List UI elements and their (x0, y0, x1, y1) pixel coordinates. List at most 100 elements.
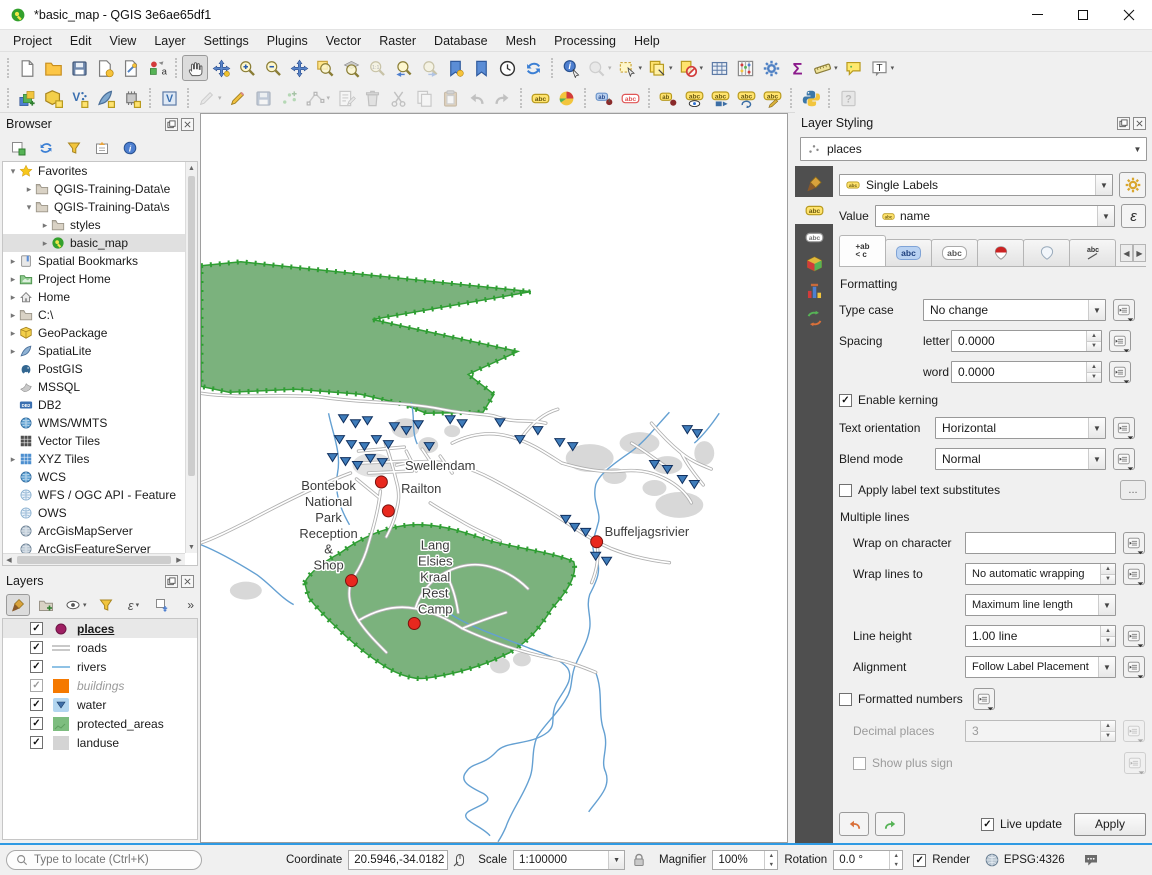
open-project-button[interactable] (40, 55, 66, 81)
pan-map-button[interactable] (182, 55, 208, 81)
show-spatial-bookmarks-button[interactable] (468, 55, 494, 81)
add-group-button[interactable] (34, 594, 58, 616)
layer-checkbox[interactable] (30, 717, 43, 730)
zoom-in-button[interactable] (234, 55, 260, 81)
tab-callouts[interactable] (1069, 239, 1116, 266)
new-spatial-bookmark-button[interactable] (442, 55, 468, 81)
menu-mesh[interactable]: Mesh (497, 32, 546, 50)
browser-item-postgis[interactable]: PostGIS (3, 360, 197, 378)
render-checkbox[interactable] (913, 854, 926, 867)
filter-browser-button[interactable] (62, 137, 86, 159)
layer-checkbox[interactable] (30, 641, 43, 654)
map-canvas[interactable]: Swellendam Railton Bontebok National Par… (200, 113, 788, 843)
statistical-summary-button[interactable] (784, 55, 810, 81)
expander-icon[interactable]: ▾ (23, 202, 35, 213)
layer-checkbox[interactable] (30, 622, 43, 635)
menu-raster[interactable]: Raster (370, 32, 425, 50)
browser-item-c-drive[interactable]: ▸C:\ (3, 306, 197, 324)
new-shapefile-layer-button[interactable] (66, 85, 92, 111)
locator-box[interactable] (6, 850, 202, 870)
pin-labels-button[interactable] (591, 85, 617, 111)
magnifier-spinner[interactable]: 100%▲▼ (712, 850, 778, 870)
style-manager-button[interactable] (144, 55, 170, 81)
browser-item-basic-map[interactable]: ▸basic_map (3, 234, 197, 252)
browser-item-training-data-s[interactable]: ▾QGIS-Training-Data\s (3, 198, 197, 216)
toolbar-handle[interactable] (790, 88, 792, 108)
browser-item-wcs[interactable]: WCS (3, 468, 197, 486)
scale-combo[interactable]: 1:100000▼ (513, 850, 625, 870)
highlight-pinned-labels-button[interactable] (617, 85, 643, 111)
tab-history[interactable] (795, 305, 833, 332)
browser-item-spatial-bookmarks[interactable]: ▸Spatial Bookmarks (3, 252, 197, 270)
layer-labeling-options-button[interactable] (527, 85, 553, 111)
map-tips-button[interactable] (841, 55, 867, 81)
new-print-layout-button[interactable] (92, 55, 118, 81)
new-spatialite-layer-button[interactable] (92, 85, 118, 111)
styling-close-button[interactable] (1133, 117, 1146, 130)
toggle-editing-button[interactable] (225, 85, 251, 111)
measure-button[interactable] (810, 55, 841, 81)
expander-icon[interactable]: ▸ (39, 220, 51, 231)
tab-masks[interactable] (795, 224, 833, 251)
styling-layer-selector[interactable]: places ▼ (800, 137, 1147, 161)
pan-to-selection-button[interactable] (208, 55, 234, 81)
expander-icon[interactable]: ▸ (7, 328, 19, 339)
layer-row-water[interactable]: water (3, 695, 197, 714)
expander-icon[interactable]: ▸ (7, 346, 19, 357)
browser-item-spatialite[interactable]: ▸SpatiaLite (3, 342, 197, 360)
live-update-checkbox[interactable] (981, 818, 994, 831)
wrap-character-input[interactable] (965, 532, 1116, 554)
scroll-right-arrow[interactable]: ▶ (173, 556, 185, 564)
menu-layer[interactable]: Layer (145, 32, 194, 50)
expander-icon[interactable]: ▸ (7, 274, 19, 285)
coordinate-box[interactable]: 20.5946,-34.0182 (348, 850, 448, 870)
layer-checkbox[interactable] (30, 660, 43, 673)
messages-icon[interactable] (1083, 852, 1099, 868)
save-project-button[interactable] (66, 55, 92, 81)
layer-row-rivers[interactable]: rivers (3, 657, 197, 676)
rotation-spinner[interactable]: 0.0 °▲▼ (833, 850, 903, 870)
rotate-label-button[interactable] (733, 85, 759, 111)
field-calculator-button[interactable] (732, 55, 758, 81)
enable-kerning-checkbox[interactable] (839, 394, 852, 407)
toolbar-handle[interactable] (149, 88, 151, 108)
refresh-map-button[interactable] (520, 55, 546, 81)
layers-close-button[interactable] (181, 575, 194, 588)
styling-float-button[interactable] (1117, 117, 1130, 130)
add-selected-layers-button[interactable] (6, 137, 30, 159)
browser-item-xyz-tiles[interactable]: ▸XYZ Tiles (3, 450, 197, 468)
tab-symbology[interactable] (795, 170, 833, 197)
browser-vertical-scrollbar[interactable]: ▲▼ (185, 162, 197, 553)
crs-globe-icon[interactable] (984, 852, 1000, 868)
tab-diagrams[interactable] (795, 278, 833, 305)
toolbar-handle[interactable] (584, 88, 586, 108)
new-temporary-scratch-layer-button[interactable] (118, 85, 144, 111)
layer-row-places[interactable]: places (3, 619, 197, 638)
expander-icon[interactable]: ▸ (7, 310, 19, 321)
browser-float-button[interactable] (165, 118, 178, 131)
browser-item-mssql[interactable]: MSSQL (3, 378, 197, 396)
tab-background[interactable] (977, 239, 1024, 266)
expression-button[interactable]: ε (1121, 204, 1146, 228)
toolbar-handle[interactable] (175, 58, 177, 78)
tab-3d-view[interactable] (795, 251, 833, 278)
toolbar-handle[interactable] (7, 88, 9, 108)
label-mode-combo[interactable]: Single Labels▼ (839, 174, 1113, 196)
toolbar-handle[interactable] (551, 58, 553, 78)
browser-item-geopackage[interactable]: ▸GeoPackage (3, 324, 197, 342)
menu-view[interactable]: View (100, 32, 145, 50)
toolbar-handle[interactable] (187, 88, 189, 108)
close-button[interactable] (1106, 0, 1152, 29)
menu-plugins[interactable]: Plugins (258, 32, 317, 50)
tab-shadow[interactable] (1023, 239, 1070, 266)
new-project-button[interactable] (14, 55, 40, 81)
data-source-manager-button[interactable] (14, 85, 40, 111)
browser-item-wms[interactable]: WMS/WMTS (3, 414, 197, 432)
line-height-override-button[interactable] (1123, 625, 1145, 647)
wrap-character-override-button[interactable] (1123, 532, 1145, 554)
menu-help[interactable]: Help (625, 32, 669, 50)
alignment-override-button[interactable] (1123, 656, 1145, 678)
styling-undo-button[interactable] (839, 812, 869, 836)
extents-toggle-icon[interactable] (452, 852, 468, 868)
processing-toolbox-button[interactable] (758, 55, 784, 81)
